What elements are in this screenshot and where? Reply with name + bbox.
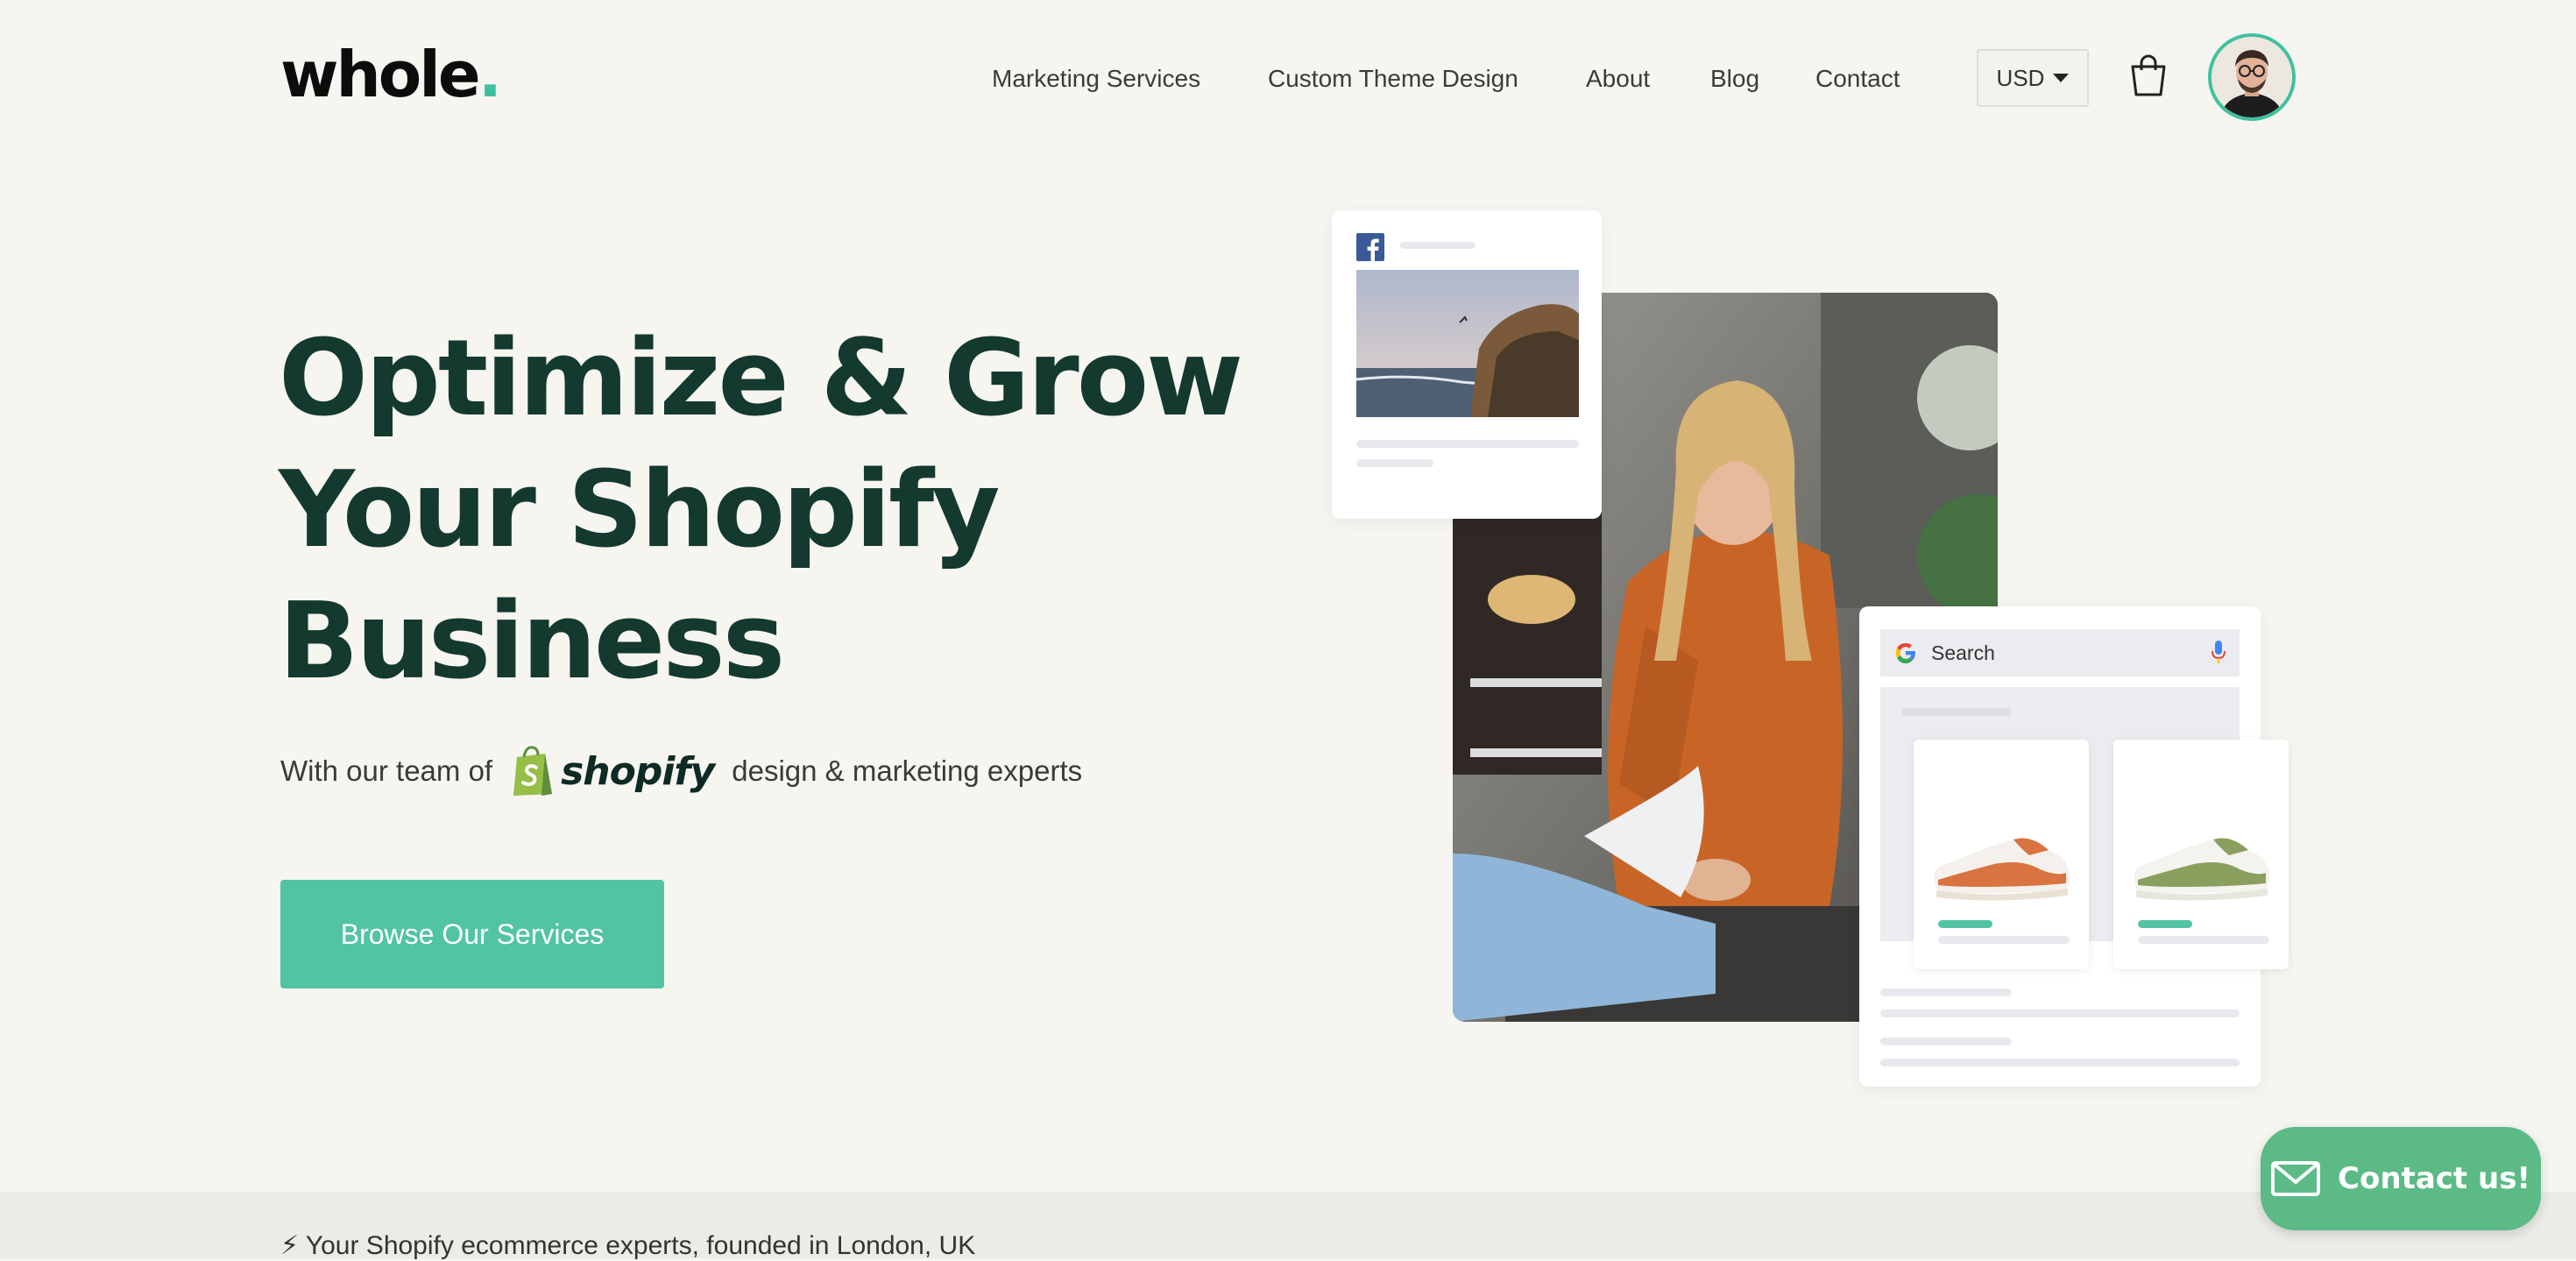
hero-title-line: Your Shopify [279, 450, 1000, 571]
logo-dot: . [478, 38, 502, 111]
placeholder-line [1901, 708, 2012, 716]
nav-custom-theme-design[interactable]: Custom Theme Design [1268, 61, 1518, 96]
placeholder-line [1356, 459, 1433, 467]
browse-services-button[interactable]: Browse Our Services [280, 880, 664, 988]
currency-selector[interactable]: USD [1977, 49, 2089, 107]
contact-us-button[interactable]: Contact us! [2261, 1127, 2541, 1230]
placeholder-line [2138, 936, 2269, 944]
product-card [1914, 740, 2089, 969]
caret-down-icon [2053, 74, 2070, 82]
search-placeholder: Search [1931, 641, 1995, 664]
sneaker-image [1934, 838, 2070, 901]
subtitle-suffix: design & marketing experts [732, 754, 1083, 787]
placeholder-line [1880, 1059, 2240, 1066]
logo-text: whole [280, 38, 481, 111]
hero-title-line: Optimize & Grow [279, 318, 1243, 440]
product-card [2113, 740, 2289, 969]
post-image [1356, 270, 1579, 417]
logo[interactable]: whole. [280, 35, 502, 114]
search-field: Search [1880, 629, 2240, 677]
placeholder-line [1356, 440, 1579, 448]
hero-title: Optimize & Grow Your Shopify Business [279, 314, 1243, 708]
microphone-icon [2212, 641, 2226, 663]
nav-contact[interactable]: Contact [1815, 61, 1900, 96]
nav-about[interactable]: About [1586, 61, 1650, 96]
placeholder-line [1880, 1038, 2012, 1045]
shopify-wordmark: shopify [561, 748, 715, 794]
placeholder-line [1880, 988, 2012, 996]
google-icon [1895, 643, 1915, 663]
shopify-bag-icon [513, 746, 553, 796]
facebook-icon [1356, 233, 1384, 261]
placeholder-line [1400, 242, 1476, 249]
contact-us-label: Contact us! [2338, 1161, 2530, 1196]
hero-title-line: Business [279, 581, 785, 703]
placeholder-line [1880, 1010, 2240, 1017]
account-avatar[interactable] [2208, 33, 2296, 121]
placeholder-line [1938, 936, 2070, 944]
price-bar [2138, 920, 2192, 928]
tagline: ⚡ Your Shopify ecommerce experts, founde… [280, 1231, 976, 1260]
envelope-icon [2271, 1161, 2321, 1196]
sneaker-image [2134, 838, 2270, 901]
currency-label: USD [1996, 64, 2045, 91]
nav-blog[interactable]: Blog [1710, 61, 1759, 96]
facebook-post-card [1332, 210, 1602, 519]
hero-subtitle: With our team of shopify design & market… [280, 736, 1082, 806]
nav-marketing-services[interactable]: Marketing Services [992, 61, 1200, 96]
subtitle-prefix: With our team of [280, 754, 493, 787]
shopify-logo: shopify [510, 745, 715, 797]
price-bar [1938, 920, 1992, 928]
shopping-bag-icon[interactable] [2127, 53, 2169, 98]
